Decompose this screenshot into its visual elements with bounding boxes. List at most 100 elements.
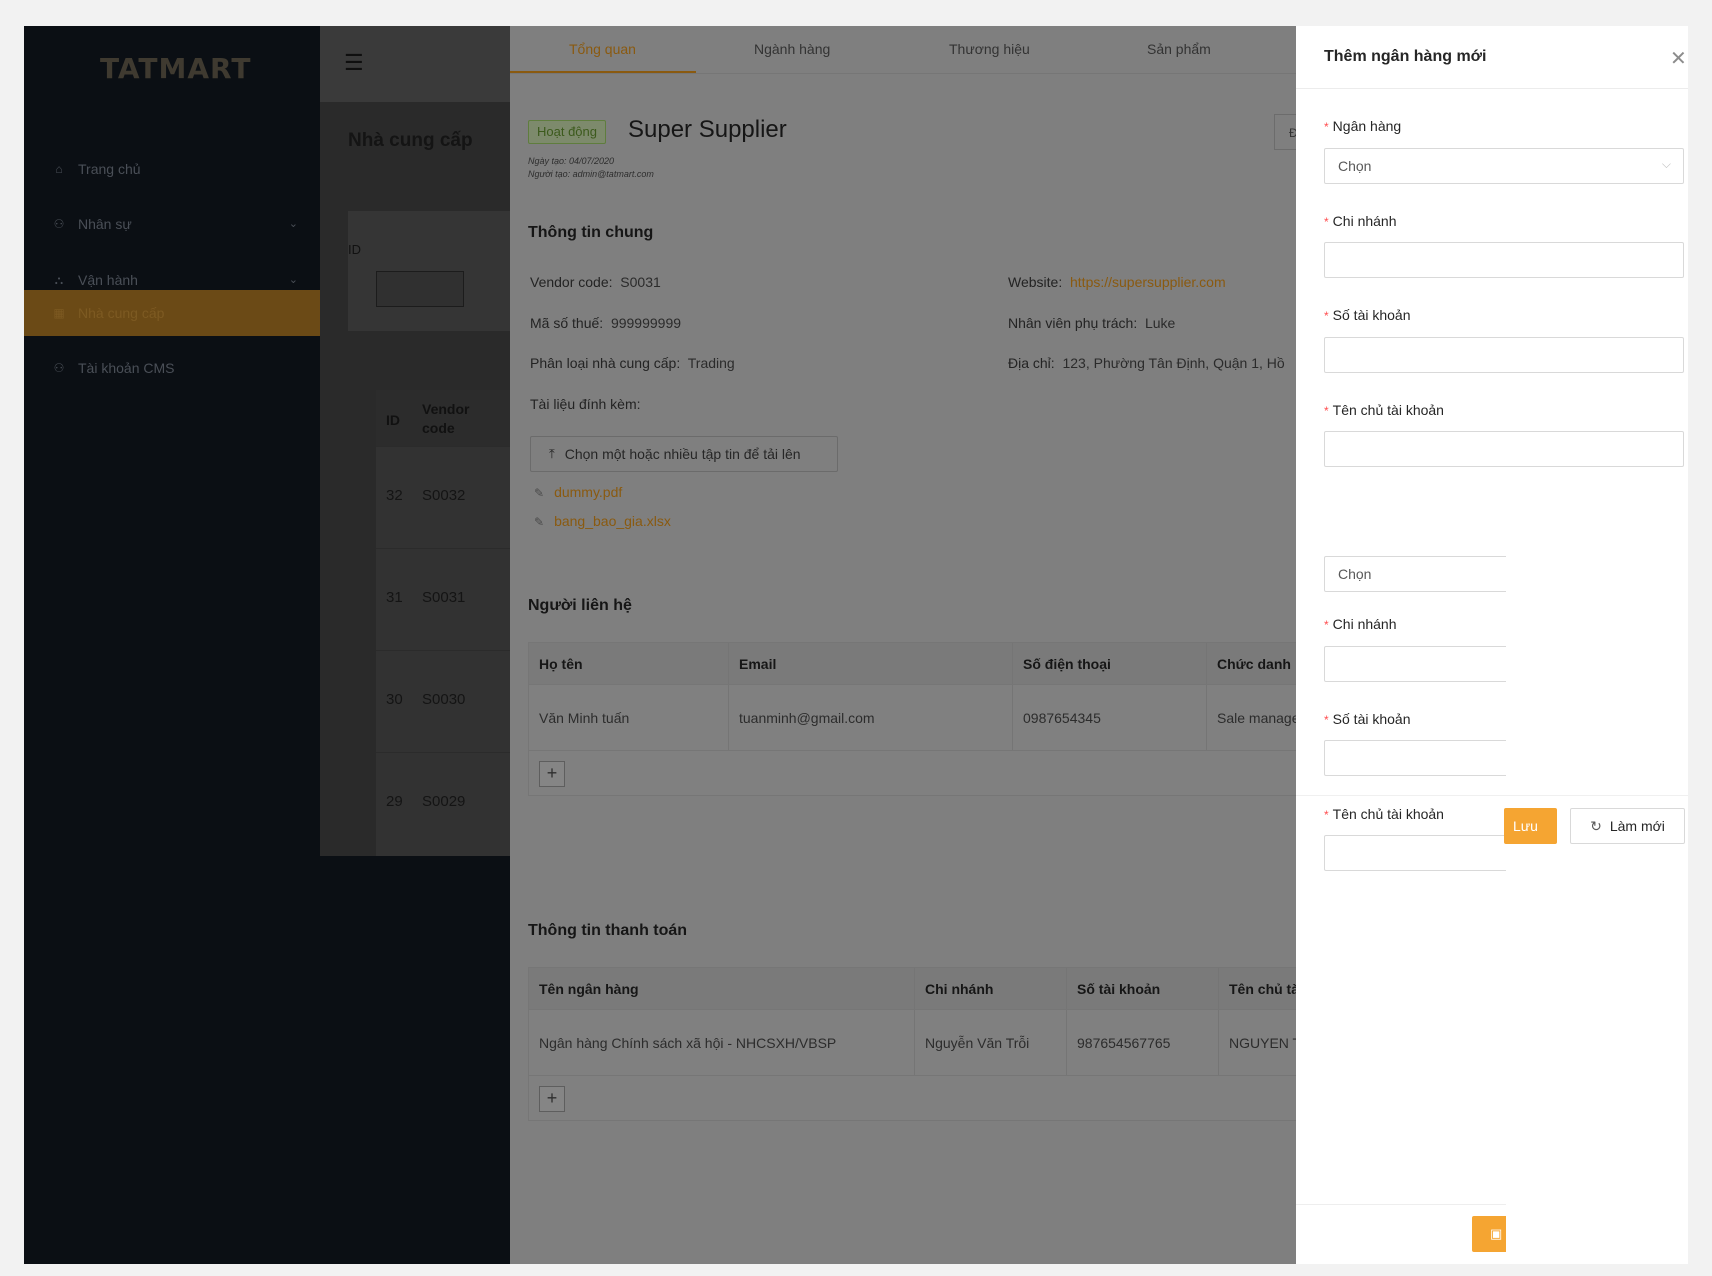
supplier-detail-panel: Tổng quan Ngành hàng Thương hiệu Sản phẩ… [510, 26, 1296, 1264]
ghost-account-label: * Số tài khoản [1324, 711, 1411, 727]
section-contacts-title: Người liên hệ [528, 597, 632, 614]
label-text: Tên chủ tài khoản [1332, 806, 1444, 822]
reset-button-label: Làm mới [1609, 818, 1665, 834]
cell-branch: Nguyễn Văn Trỗi [915, 1010, 1067, 1075]
chevron-down-icon: ⌄ [288, 218, 298, 230]
column-header: Họ tên [529, 643, 729, 684]
cell-holder: NGUYEN T [1219, 1010, 1296, 1075]
attachment-file[interactable]: ✎ bang_bao_gia.xlsx [534, 513, 671, 529]
tab-brands[interactable]: Thương hiệu [949, 41, 1030, 57]
sidebar-item-home[interactable]: ⌂ Trang chủ [24, 146, 320, 192]
ghost-branch-input[interactable] [1324, 646, 1506, 682]
tab-products[interactable]: Sản phẩm [1147, 41, 1211, 57]
table-icon: ▦ [53, 306, 65, 320]
column-header: Email [729, 643, 1013, 684]
ghost-branch-label: * Chi nhánh [1324, 616, 1397, 632]
created-by: Người tạo: admin@tatmart.com [528, 169, 654, 179]
website-link[interactable]: https://supersupplier.com [1070, 274, 1226, 290]
payment-table: Tên ngân hàng Chi nhánh Số tài khoản Tên… [528, 967, 1296, 1121]
logo-text: TATMART [100, 51, 252, 85]
holder-input[interactable] [1324, 431, 1684, 467]
sidebar-item-cms-accounts[interactable]: ⚇ Tài khoản CMS [24, 345, 320, 391]
table-row[interactable]: 29 S0029 [376, 752, 510, 854]
ghost-holder-label: * Tên chủ tài khoản [1324, 806, 1444, 822]
label-text: Chi nhánh [1332, 616, 1397, 632]
filter-id-label: ID [348, 242, 361, 257]
info-value: Luke [1144, 315, 1176, 331]
reset-button[interactable]: ↻ Làm mới [1570, 808, 1685, 844]
table-row[interactable]: 32 S0032 [376, 446, 510, 548]
info-value: 999999999 [610, 315, 682, 331]
select-placeholder: Chọn [1338, 566, 1372, 582]
required-mark: * [1324, 713, 1329, 727]
brand-logo: TATMART [100, 46, 251, 90]
info-label: Vendor code [530, 274, 609, 290]
edit-button[interactable]: Đ [1274, 114, 1296, 150]
sidebar: TATMART ⌂ Trang chủ ⚇ Nhân sự ⌄ ⛬ Vận hà… [24, 26, 320, 1264]
info-label: Tài liệu đính kèm [530, 396, 637, 412]
column-header: Tên ngân hàng [529, 968, 915, 1009]
required-mark: * [1324, 618, 1329, 632]
table-row[interactable]: Ngân hàng Chính sách xã hội - NHCSXH/VBS… [529, 1010, 1296, 1076]
cell-account: 987654567765 [1067, 1010, 1219, 1075]
sidebar-item-label: Nhân sự [78, 216, 132, 232]
account-input[interactable] [1324, 337, 1684, 373]
attachment-file[interactable]: ✎ dummy.pdf [534, 484, 622, 500]
branch-label: * Chi nhánh [1324, 213, 1397, 229]
bottom-save-button[interactable]: ▣ [1472, 1216, 1506, 1252]
cell-phone: 0987654345 [1013, 685, 1207, 750]
app-window: TATMART ⌂ Trang chủ ⚇ Nhân sự ⌄ ⛬ Vận hà… [24, 26, 1688, 1264]
cell-email: tuanminh@gmail.com [729, 685, 1013, 750]
menu-fold-icon[interactable]: ☰ [344, 50, 364, 76]
cell-vendor-code: S0032 [422, 487, 466, 504]
supplier-list-panel: ☰ Nhà cung cấp ID ID Vendor code 32 S003… [320, 26, 510, 856]
holder-label: * Tên chủ tài khoản [1324, 402, 1444, 418]
detail-tabs: Tổng quan Ngành hàng Thương hiệu Sản phẩ… [510, 26, 1296, 74]
table-header: ID Vendor code [376, 390, 510, 446]
filter-id-input[interactable] [376, 271, 464, 307]
upload-button[interactable]: ⤒ Chọn một hoặc nhiều tập tin để tải lên [530, 436, 838, 472]
page-title: Nhà cung cấp [348, 130, 473, 151]
tab-overview[interactable]: Tổng quan [569, 41, 636, 57]
column-header: Tên chủ tà [1219, 968, 1296, 1009]
tab-categories[interactable]: Ngành hàng [754, 41, 830, 57]
ghost-bank-select[interactable]: Chọn [1324, 556, 1506, 592]
add-contact-button[interactable]: + [539, 761, 565, 787]
table-header: Họ tên Email Số điện thoại Chức danh [529, 643, 1296, 685]
ghost-account-input[interactable] [1324, 740, 1506, 776]
table-row[interactable]: 30 S0030 [376, 650, 510, 752]
add-bank-button[interactable]: + [539, 1086, 565, 1112]
home-icon: ⌂ [55, 162, 63, 176]
sidebar-item-suppliers[interactable]: ▦ Nhà cung cấp [24, 290, 320, 336]
chevron-down-icon: ⌄ [288, 274, 298, 286]
top-header: ☰ [320, 26, 510, 102]
save-icon: ▣ [1490, 1226, 1503, 1241]
table-row[interactable]: Văn Minh tuấn tuanminh@gmail.com 0987654… [529, 685, 1296, 751]
paperclip-icon: ✎ [534, 515, 545, 529]
sidebar-item-hr[interactable]: ⚇ Nhân sự ⌄ [24, 201, 320, 247]
table-row[interactable]: 31 S0031 [376, 548, 510, 650]
info-supplier-type: Phân loại nhà cung cấp: Trading [530, 355, 735, 371]
info-label: Nhân viên phụ trách [1008, 315, 1134, 331]
add-bank-drawer: Thêm ngân hàng mới ✕ * Ngân hàng Chọn ⌵ *… [1296, 26, 1688, 1264]
cell-id: 32 [386, 487, 403, 504]
info-label: Website [1008, 274, 1059, 290]
file-name: bang_bao_gia.xlsx [554, 513, 671, 529]
divider [1296, 795, 1688, 796]
table-header: Tên ngân hàng Chi nhánh Số tài khoản Tên… [529, 968, 1296, 1010]
save-button[interactable]: Lưu [1504, 808, 1557, 844]
cell-vendor-code: S0030 [422, 691, 466, 708]
close-icon[interactable]: ✕ [1670, 46, 1687, 70]
active-tab-indicator [510, 71, 696, 73]
bank-select[interactable]: Chọn ⌵ [1324, 148, 1684, 184]
column-header: Số tài khoản [1067, 968, 1219, 1009]
cluster-icon: ⛬ [54, 272, 64, 287]
cell-name: Văn Minh tuấn [529, 685, 729, 750]
info-website: Website: https://supersupplier.com [1008, 274, 1226, 290]
ghost-holder-input[interactable] [1324, 835, 1506, 871]
select-placeholder: Chọn [1338, 158, 1372, 174]
supplier-table: ID Vendor code 32 S0032 31 S0031 30 S003… [376, 390, 510, 856]
branch-input[interactable] [1324, 242, 1684, 278]
vendor-name: Super Supplier [628, 116, 787, 143]
column-header: Số điện thoại [1013, 643, 1207, 684]
